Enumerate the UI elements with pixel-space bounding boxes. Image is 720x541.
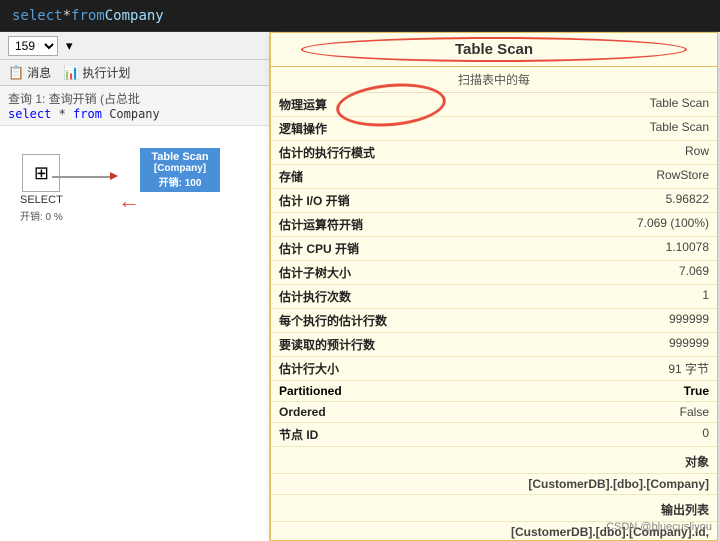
tooltip-title: Table Scan: [455, 41, 533, 58]
tab-plan-label: 执行计划: [82, 64, 130, 81]
prop-value: 999999: [516, 333, 717, 357]
prop-value: 7.069: [516, 261, 717, 285]
sql-area: select * from Company: [0, 0, 720, 32]
prop-value: 1: [516, 285, 717, 309]
prop-label: 估计运算符开销: [271, 213, 516, 237]
node-cost: 开销: 100: [146, 174, 214, 189]
plan-icon: 📊: [63, 65, 79, 81]
plan-arrow: [52, 176, 112, 178]
prop-value: Row: [516, 141, 717, 165]
prop-value: 999999: [516, 309, 717, 333]
prop-value: RowStore: [516, 165, 717, 189]
messages-icon: 📋: [8, 65, 24, 81]
ql-star: *: [59, 107, 73, 121]
query-info: 查询 1: 查询开销 (占总批 select * from Company: [0, 86, 269, 126]
prop-label: 估计的执行行模式: [271, 141, 516, 165]
left-panel: 50 % 75 % 100 % 125 % 159 % 200 % ▾ 📋 消息…: [0, 32, 270, 541]
tabs-bar: 📋 消息 📊 执行计划: [0, 60, 269, 86]
node-title: Table Scan: [146, 151, 214, 163]
prop-label: 物理运算: [271, 93, 516, 117]
prop-label: 估计执行次数: [271, 285, 516, 309]
prop-label: 要读取的预计行数: [271, 333, 516, 357]
object-value: [CustomerDB].[dbo].[Company]: [271, 474, 717, 495]
sql-star: *: [63, 8, 71, 24]
tooltip-panel: Table Scan 扫描表中的每 物理运算Table Scan逻辑操作Tabl…: [270, 32, 718, 541]
ql-table: Company: [109, 107, 160, 121]
node-sub: [Company]: [146, 163, 214, 174]
prop-value: True: [516, 381, 717, 402]
prop-value: 7.069 (100%): [516, 213, 717, 237]
ql-kw1: select: [8, 107, 51, 121]
prop-value: 5.96822: [516, 189, 717, 213]
select-icon: ⊞: [34, 163, 49, 184]
main-content: 50 % 75 % 100 % 125 % 159 % 200 % ▾ 📋 消息…: [0, 32, 720, 541]
prop-label: 估计子树大小: [271, 261, 516, 285]
tooltip-header: Table Scan: [271, 33, 717, 67]
tab-messages[interactable]: 📋 消息: [8, 62, 51, 83]
prop-label: Ordered: [271, 402, 516, 423]
section-output-label: 输出列表: [271, 495, 717, 522]
select-cost: 开销: 0 %: [20, 208, 63, 223]
zoom-dropdown-icon: ▾: [66, 38, 73, 54]
prop-label: 节点 ID: [271, 423, 516, 447]
tab-execution-plan[interactable]: 📊 执行计划: [63, 62, 130, 83]
prop-label: 每个执行的估计行数: [271, 309, 516, 333]
prop-value: Table Scan: [516, 93, 717, 117]
sql-keyword-from: from: [71, 8, 105, 24]
sql-table: Company: [105, 8, 164, 24]
prop-label: 估计 I/O 开销: [271, 189, 516, 213]
table-scan-node[interactable]: Table Scan [Company] 开销: 100: [140, 148, 220, 192]
tab-messages-label: 消息: [27, 64, 51, 81]
prop-label: 存储: [271, 165, 516, 189]
section-object-label: 对象: [271, 447, 717, 474]
prop-value: False: [516, 402, 717, 423]
ql-kw2: from: [73, 107, 102, 121]
prop-label: Partitioned: [271, 381, 516, 402]
sql-keyword-select: select: [12, 8, 63, 24]
query-line1: 查询 1: 查询开销 (占总批: [8, 90, 261, 107]
watermark: CSDN @bluecusliyou: [606, 521, 712, 533]
prop-label: 逻辑操作: [271, 117, 516, 141]
zoom-select[interactable]: 50 % 75 % 100 % 125 % 159 % 200 %: [8, 36, 58, 56]
query-sql-line: select * from Company: [8, 107, 261, 121]
properties-table: 物理运算Table Scan逻辑操作Table Scan估计的执行行模式Row存…: [271, 93, 717, 447]
prop-value: Table Scan: [516, 117, 717, 141]
red-arrow-indicator: ←: [118, 188, 140, 214]
prop-value: 1.10078: [516, 237, 717, 261]
select-node-box: ⊞: [22, 154, 60, 192]
prop-label: 估计行大小: [271, 357, 516, 381]
toolbar: 50 % 75 % 100 % 125 % 159 % 200 % ▾: [0, 32, 269, 60]
prop-value: 0: [516, 423, 717, 447]
tooltip-subtitle: 扫描表中的每: [271, 67, 717, 93]
prop-label: 估计 CPU 开销: [271, 237, 516, 261]
plan-canvas: ⊞ SELECT 开销: 0 % ← Table Scan [Company] …: [0, 126, 269, 541]
select-node: ⊞ SELECT 开销: 0 %: [20, 154, 63, 223]
select-label: SELECT: [20, 194, 63, 206]
prop-value: 91 字节: [516, 357, 717, 381]
